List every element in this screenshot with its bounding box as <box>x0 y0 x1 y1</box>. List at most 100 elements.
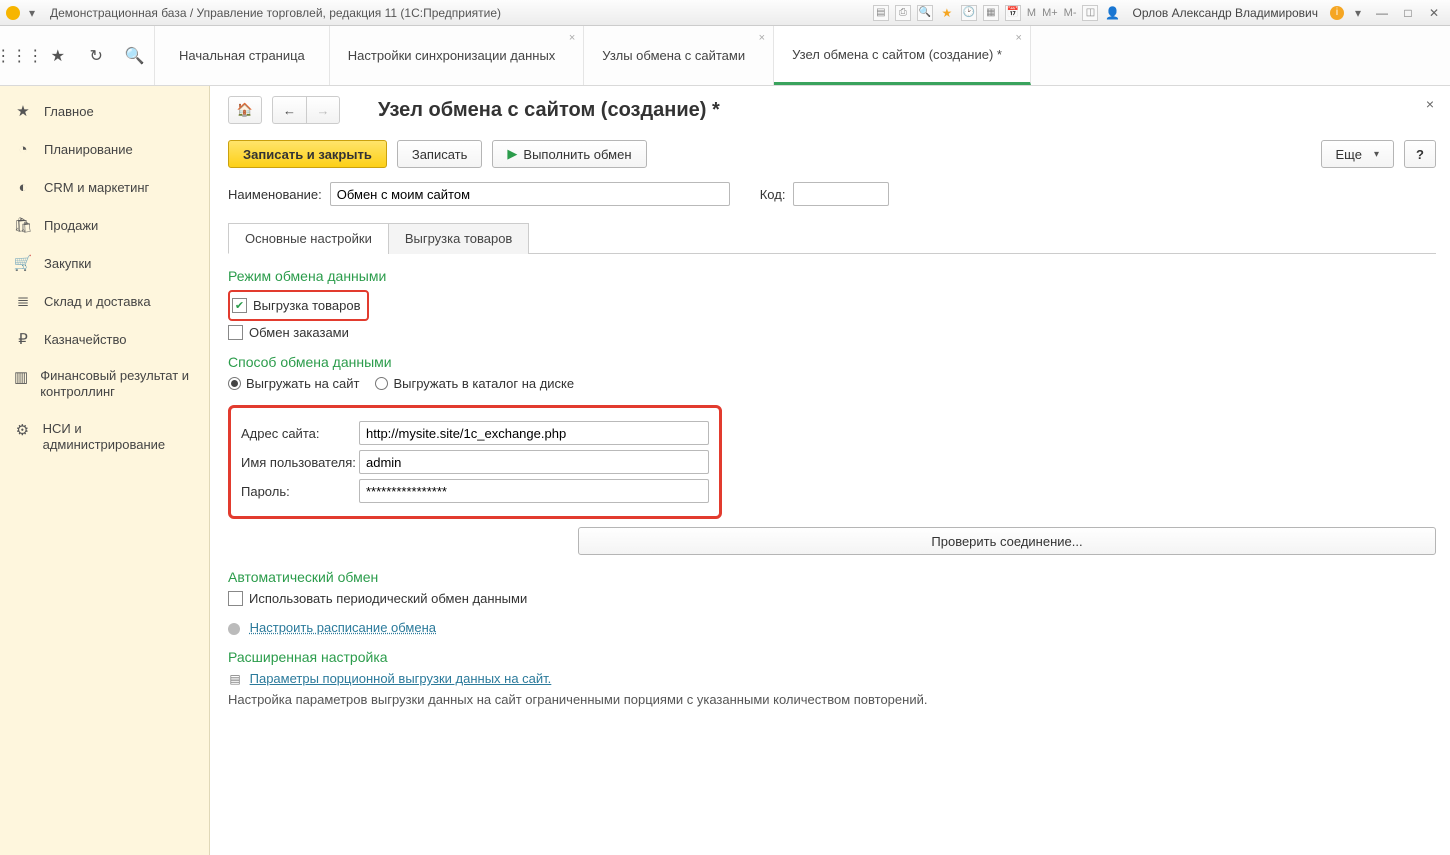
sidebar-item-treasury[interactable]: ₽Казначейство <box>0 320 209 358</box>
minimize-button[interactable]: — <box>1372 5 1392 21</box>
more-button[interactable]: Еще <box>1321 140 1394 168</box>
sidebar-item-main[interactable]: ★ Главное <box>0 92 209 130</box>
tool-icon[interactable]: 🔍 <box>917 5 933 21</box>
calendar-icon[interactable]: 📅 <box>1005 5 1021 21</box>
page-title: Узел обмена с сайтом (создание) * <box>378 99 720 122</box>
sidebar-item-purchases[interactable]: 🛒Закупки <box>0 244 209 282</box>
status-dot-icon <box>228 623 240 635</box>
panel-icon[interactable]: ◫ <box>1082 5 1098 21</box>
button-label: Проверить соединение... <box>931 534 1082 549</box>
star-icon[interactable]: ★ <box>48 46 68 66</box>
info-icon[interactable]: i <box>1330 6 1344 20</box>
name-label: Наименование: <box>228 187 322 202</box>
cart-icon: 🛒 <box>14 254 32 272</box>
apps-icon[interactable]: ⋮⋮⋮ <box>9 46 29 66</box>
code-input[interactable] <box>793 182 889 206</box>
tool-icon[interactable]: ⎙ <box>895 5 911 21</box>
save-button[interactable]: Записать <box>397 140 483 168</box>
tool-icon[interactable]: 🕑 <box>961 5 977 21</box>
tab-strip: ⋮⋮⋮ ★ ↻ 🔍 Начальная страница Настройки с… <box>0 26 1450 86</box>
password-input[interactable] <box>359 479 709 503</box>
tab-label: Узел обмена с сайтом (создание) * <box>792 47 1002 62</box>
window-titlebar: ▾ Демонстрационная база / Управление тор… <box>0 0 1450 26</box>
star-icon: ★ <box>14 102 32 120</box>
tab-label: Начальная страница <box>179 48 305 63</box>
sidebar-item-admin[interactable]: ⚙НСИ и администрирование <box>0 411 209 464</box>
quick-bar: ⋮⋮⋮ ★ ↻ 🔍 <box>0 26 155 85</box>
close-icon[interactable]: × <box>1016 32 1022 44</box>
password-label: Пароль: <box>241 484 359 499</box>
sidebar-item-label: Склад и доставка <box>44 294 151 309</box>
mminus-indicator[interactable]: M- <box>1064 7 1077 19</box>
username-input[interactable] <box>359 450 709 474</box>
sidebar: ★Главное ◔Планирование ◐CRM и маркетинг … <box>0 86 210 855</box>
sidebar-item-planning[interactable]: ◔Планирование <box>0 130 209 168</box>
current-user[interactable]: Орлов Александр Владимирович <box>1132 6 1318 20</box>
checkbox-label: Использовать периодический обмен данными <box>249 591 527 606</box>
calc-icon[interactable]: ▦ <box>983 5 999 21</box>
tab-sync-settings[interactable]: Настройки синхронизации данных × <box>330 26 585 85</box>
m-indicator[interactable]: M <box>1027 7 1036 19</box>
inner-tab-main[interactable]: Основные настройки <box>228 223 389 254</box>
save-and-close-button[interactable]: Записать и закрыть <box>228 140 387 168</box>
orders-exchange-checkbox[interactable] <box>228 325 243 340</box>
sidebar-item-label: Казначейство <box>44 332 126 347</box>
help-button[interactable]: ? <box>1404 140 1436 168</box>
close-button[interactable]: ✕ <box>1424 5 1444 21</box>
advanced-hint: Настройка параметров выгрузки данных на … <box>228 692 1436 707</box>
periodic-exchange-checkbox[interactable] <box>228 591 243 606</box>
back-button[interactable]: ← <box>272 96 306 124</box>
username-label: Имя пользователя: <box>241 455 359 470</box>
tool-icon[interactable]: ▤ <box>873 5 889 21</box>
button-label: Записать <box>412 147 468 162</box>
forward-button[interactable]: → <box>306 96 340 124</box>
dropdown-icon[interactable]: ▾ <box>24 5 40 21</box>
favorite-icon[interactable]: ★ <box>939 5 955 21</box>
history-icon[interactable]: ↻ <box>86 46 106 66</box>
checkbox-label: Обмен заказами <box>249 325 349 340</box>
sidebar-item-finresult[interactable]: ▥Финансовый результат и контроллинг <box>0 358 209 411</box>
name-input[interactable] <box>330 182 730 206</box>
app-icon <box>6 6 20 20</box>
sidebar-item-label: CRM и маркетинг <box>44 180 149 195</box>
close-icon[interactable]: × <box>759 32 765 44</box>
dropdown-icon[interactable]: ▾ <box>1350 5 1366 21</box>
list-icon: ≣ <box>14 292 32 310</box>
button-label: ? <box>1416 147 1424 162</box>
sidebar-item-label: Главное <box>44 104 94 119</box>
close-panel-button[interactable]: × <box>1426 96 1434 112</box>
content-area: × 🏠 ← → Узел обмена с сайтом (создание) … <box>210 86 1450 855</box>
mplus-indicator[interactable]: M+ <box>1042 7 1058 19</box>
sidebar-item-label: Планирование <box>44 142 133 157</box>
tab-label: Узлы обмена с сайтами <box>602 48 745 63</box>
export-goods-checkbox[interactable] <box>232 298 247 313</box>
sidebar-item-warehouse[interactable]: ≣ Склад и доставка <box>0 282 209 320</box>
site-address-label: Адрес сайта: <box>241 426 359 441</box>
bag-icon: 🛍 <box>14 216 32 234</box>
code-label: Код: <box>760 187 786 202</box>
schedule-link[interactable]: Настроить расписание обмена <box>250 620 436 635</box>
chart-icon: ▥ <box>14 368 28 386</box>
tab-exchange-node-create[interactable]: Узел обмена с сайтом (создание) * × <box>774 26 1031 85</box>
run-exchange-button[interactable]: ▶Выполнить обмен <box>492 140 646 168</box>
home-button[interactable]: 🏠 <box>228 96 262 124</box>
tab-exchange-nodes[interactable]: Узлы обмена с сайтами × <box>584 26 774 85</box>
radio-icon <box>375 377 388 390</box>
close-icon[interactable]: × <box>569 32 575 44</box>
radio-upload-site[interactable]: Выгружать на сайт <box>228 376 359 391</box>
radio-upload-disk[interactable]: Выгружать в каталог на диске <box>375 376 574 391</box>
test-connection-button[interactable]: Проверить соединение... <box>578 527 1436 555</box>
tab-home[interactable]: Начальная страница <box>155 26 330 85</box>
sidebar-item-sales[interactable]: 🛍Продажи <box>0 206 209 244</box>
maximize-button[interactable]: □ <box>1398 5 1418 21</box>
tab-label: Выгрузка товаров <box>405 231 513 246</box>
checkbox-label: Выгрузка товаров <box>253 298 361 313</box>
sidebar-item-crm[interactable]: ◐CRM и маркетинг <box>0 168 209 206</box>
search-icon[interactable]: 🔍 <box>125 46 145 66</box>
radio-label: Выгружать на сайт <box>246 376 359 391</box>
inner-tab-goods[interactable]: Выгрузка товаров <box>388 223 530 254</box>
site-address-input[interactable] <box>359 421 709 445</box>
portion-params-link[interactable]: Параметры порционной выгрузки данных на … <box>250 671 552 686</box>
tab-label: Настройки синхронизации данных <box>348 48 556 63</box>
settings-icon: ▤ <box>228 672 242 686</box>
